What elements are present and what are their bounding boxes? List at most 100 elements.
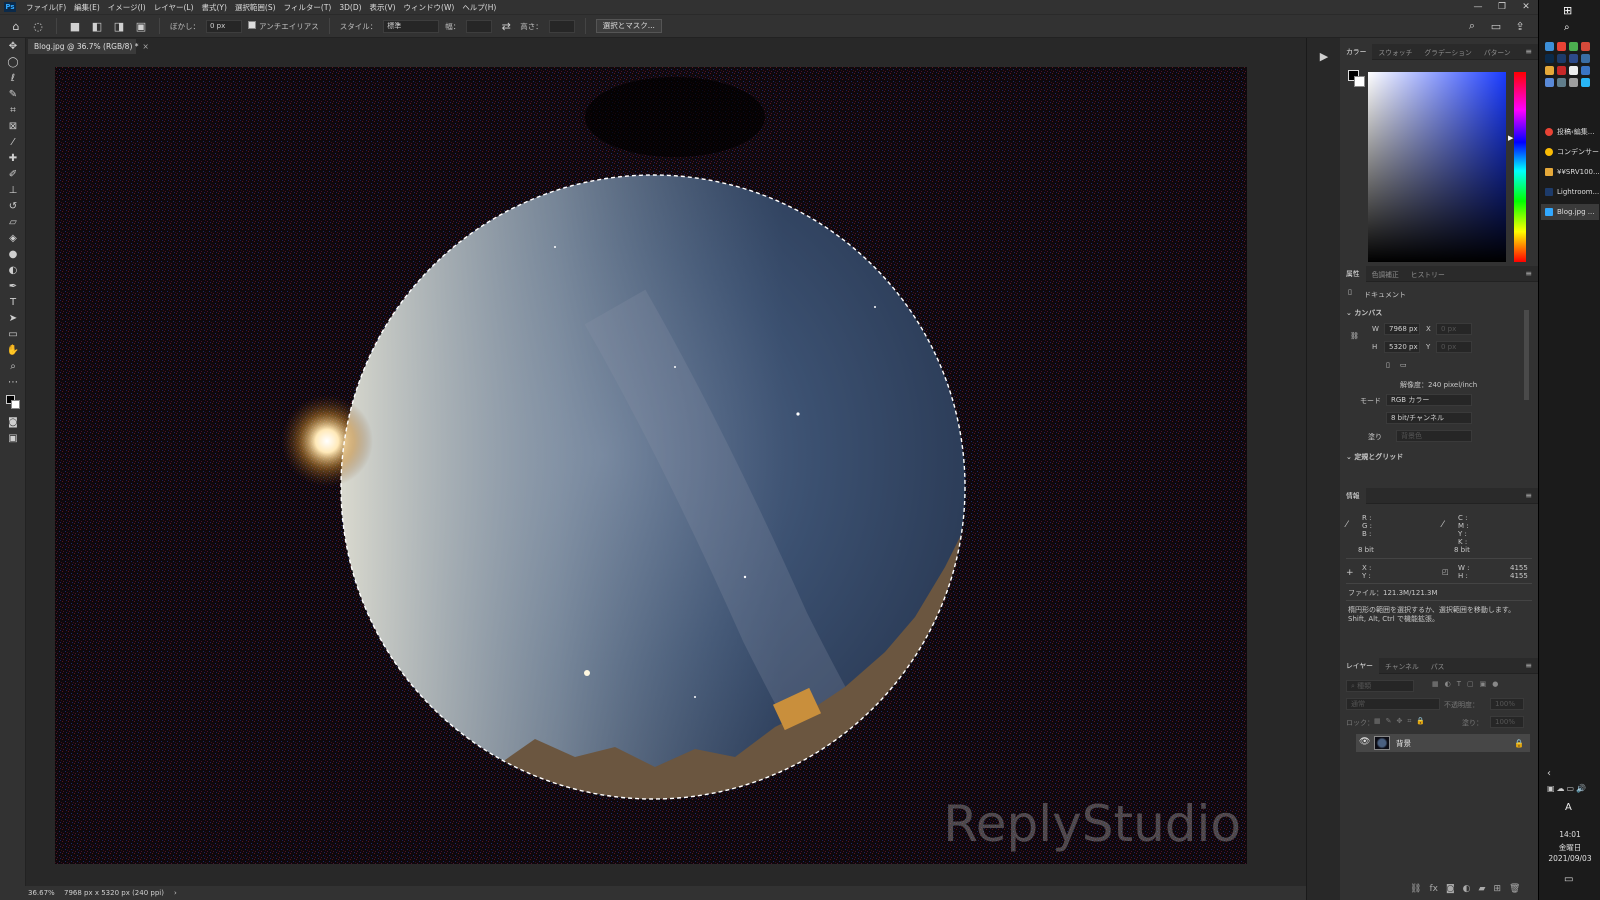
menu-filter[interactable]: フィルター(T) [280, 2, 336, 13]
clock-time[interactable]: 14:01 [1539, 830, 1600, 839]
menu-type[interactable]: 書式(Y) [198, 2, 231, 13]
canvas-section-header[interactable]: ⌄ カンバス [1346, 308, 1382, 318]
eyedropper-tool-icon[interactable]: ⁄ [0, 134, 26, 150]
elliptical-marquee-preset-icon[interactable]: ◌ [30, 18, 46, 34]
menu-file[interactable]: ファイル(F) [22, 2, 70, 13]
blur-tool-icon[interactable]: ● [0, 246, 26, 262]
menu-edit[interactable]: 編集(E) [70, 2, 104, 13]
select-and-mask-button[interactable]: 選択とマスク... [595, 19, 662, 33]
tab-color[interactable]: カラー [1340, 43, 1373, 60]
document-info[interactable]: 7968 px x 5320 px (240 ppi) [64, 889, 164, 897]
panel-menu-icon[interactable]: ≡ [1525, 661, 1532, 670]
color-mode-select[interactable]: RGB カラー [1386, 394, 1472, 406]
canvas-height-field[interactable]: 5320 px [1384, 341, 1420, 353]
swap-icon[interactable]: ⇄ [498, 18, 514, 34]
pen-tool-icon[interactable]: ✒ [0, 278, 26, 294]
system-tray-icons[interactable]: ▣☁▭🔊 [1547, 784, 1588, 793]
home-icon[interactable]: ⌂ [8, 18, 24, 34]
app-icon[interactable] [1545, 42, 1554, 51]
tab-info[interactable]: 情報 [1340, 487, 1366, 504]
taskbar-item[interactable]: Lightroom... [1541, 184, 1599, 200]
properties-scrollbar[interactable] [1524, 310, 1529, 400]
hue-slider-handle[interactable]: ▶ [1508, 134, 1513, 142]
paint-bucket-tool-icon[interactable]: ◈ [0, 230, 26, 246]
opacity-field[interactable]: 100% [1490, 698, 1524, 710]
app-icon[interactable] [1581, 78, 1590, 87]
more-tools-icon[interactable]: ⋯ [0, 374, 26, 390]
workspace-icon[interactable]: ▭ [1488, 18, 1504, 34]
search-icon[interactable]: ⌕ [1564, 22, 1570, 33]
taskbar-item-active[interactable]: Blog.jpg ... [1541, 204, 1599, 220]
checkbox-icon[interactable] [248, 20, 256, 29]
menu-layer[interactable]: レイヤー(L) [150, 2, 198, 13]
feather-input[interactable]: 0 px [206, 19, 242, 33]
ime-indicator[interactable]: A [1565, 802, 1572, 813]
chevron-right-icon[interactable]: › [174, 889, 177, 897]
quick-mask-icon[interactable]: ◙ [0, 414, 26, 430]
panel-menu-icon[interactable]: ≡ [1525, 269, 1532, 278]
crop-tool-icon[interactable]: ⌗ [0, 102, 26, 118]
height-input[interactable] [548, 19, 575, 33]
link-layers-icon[interactable]: ⛓ [1410, 884, 1421, 894]
canvas-y-field[interactable]: 0 px [1436, 341, 1472, 353]
windows-start-icon[interactable]: ⊞ [1563, 4, 1572, 17]
layer-filter-icons[interactable]: ▦◐T▢▣● [1432, 680, 1504, 688]
background-swatch[interactable] [1354, 76, 1365, 87]
healing-brush-tool-icon[interactable]: ✚ [0, 150, 26, 166]
search-icon[interactable]: ⌕ [1464, 18, 1480, 34]
layer-filter-search[interactable]: ⌕ 種類 [1346, 680, 1414, 692]
menu-3d[interactable]: 3D(D) [335, 3, 365, 12]
chrome-icon[interactable] [1557, 42, 1566, 51]
notification-icon[interactable]: ▭ [1564, 874, 1573, 885]
layer-name[interactable]: 背景 [1396, 738, 1411, 749]
trash-icon[interactable]: 🗑 [1509, 884, 1520, 894]
tab-channels[interactable]: チャンネル [1379, 661, 1425, 671]
rectangle-tool-icon[interactable]: ▭ [0, 326, 26, 342]
hue-slider[interactable] [1514, 72, 1526, 262]
zoom-tool-icon[interactable]: ⌕ [0, 358, 26, 374]
menu-window[interactable]: ウィンドウ(W) [400, 2, 459, 13]
history-brush-tool-icon[interactable]: ↺ [0, 198, 26, 214]
tab-swatches[interactable]: スウォッチ [1372, 47, 1418, 57]
play-icon[interactable]: ▶ [1316, 50, 1332, 66]
app-icon[interactable] [1557, 66, 1566, 75]
quick-selection-tool-icon[interactable]: ✎ [0, 86, 26, 102]
tab-history[interactable]: ヒストリー [1405, 269, 1451, 279]
panel-menu-icon[interactable]: ≡ [1525, 491, 1532, 500]
style-select[interactable]: 標準 [383, 19, 440, 33]
move-tool-icon[interactable]: ✥ [0, 38, 26, 54]
new-group-icon[interactable]: ▰ [1479, 884, 1486, 894]
taskbar-item[interactable]: コンデンサー... [1541, 144, 1599, 160]
photoshop-icon[interactable] [1545, 54, 1554, 63]
app-icon[interactable] [1569, 54, 1578, 63]
tab-layers[interactable]: レイヤー [1340, 657, 1379, 674]
fx-icon[interactable]: fx [1429, 884, 1438, 894]
width-input[interactable] [466, 19, 493, 33]
tab-paths[interactable]: パス [1425, 661, 1451, 671]
add-mask-icon[interactable]: ◙ [1446, 884, 1455, 894]
tab-patterns[interactable]: パターン [1478, 47, 1517, 57]
antialias-checkbox[interactable]: アンチエイリアス [248, 20, 319, 32]
clock-date[interactable]: 2021/09/03 [1539, 854, 1600, 863]
share-icon[interactable]: ⇪ [1512, 18, 1528, 34]
close-icon[interactable]: ✕ [1514, 2, 1538, 12]
lock-icons[interactable]: ▦✎✥⌗🔒 [1374, 717, 1430, 726]
chevron-left-icon[interactable]: ‹ [1547, 768, 1551, 779]
blend-mode-select[interactable]: 通常 [1346, 698, 1440, 710]
dodge-tool-icon[interactable]: ◐ [0, 262, 26, 278]
elliptical-marquee-tool-icon[interactable]: ◯ [0, 54, 26, 70]
portrait-icon[interactable]: ▯ [1386, 361, 1390, 369]
app-icon[interactable] [1581, 54, 1590, 63]
new-selection-icon[interactable]: ■ [67, 18, 83, 34]
eraser-tool-icon[interactable]: ▱ [0, 214, 26, 230]
zoom-level[interactable]: 36.67% [0, 889, 55, 897]
canvas-area[interactable]: ReplyStudio [26, 54, 1306, 886]
close-tab-icon[interactable]: × [143, 42, 149, 51]
foreground-background-color-icon[interactable] [0, 390, 26, 414]
intersect-selection-icon[interactable]: ▣ [133, 18, 149, 34]
menu-view[interactable]: 表示(V) [366, 2, 400, 13]
app-icon[interactable] [1569, 66, 1578, 75]
app-icon[interactable] [1569, 42, 1578, 51]
document-canvas[interactable]: ReplyStudio [55, 67, 1247, 864]
landscape-icon[interactable]: ▭ [1400, 361, 1407, 369]
